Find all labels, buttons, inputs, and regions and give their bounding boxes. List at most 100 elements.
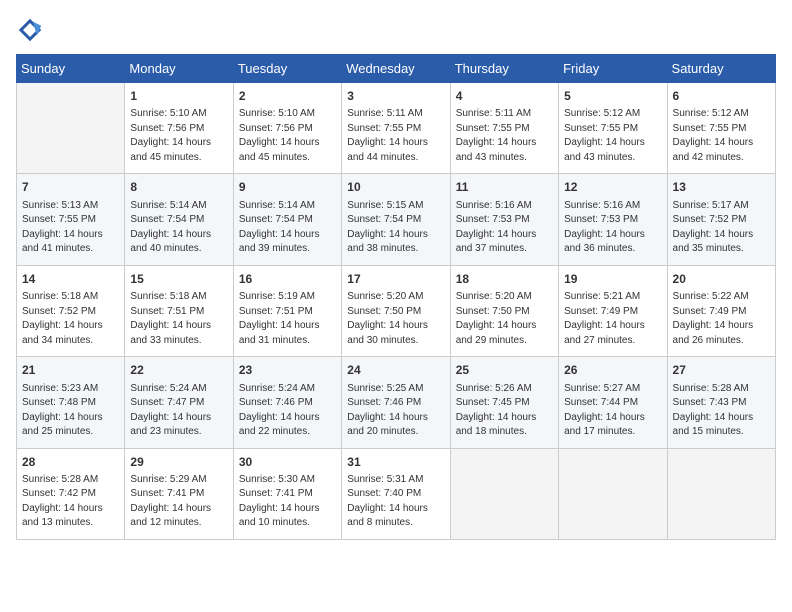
day-info: Sunrise: 5:11 AM Sunset: 7:55 PM Dayligh…: [347, 107, 444, 165]
day-info: Sunrise: 5:14 AM Sunset: 7:54 PM Dayligh…: [239, 199, 336, 257]
weekday-header-tuesday: Tuesday: [233, 55, 341, 83]
day-number: 19: [564, 271, 661, 288]
day-info: Sunrise: 5:22 AM Sunset: 7:49 PM Dayligh…: [673, 290, 770, 348]
day-info: Sunrise: 5:18 AM Sunset: 7:52 PM Dayligh…: [22, 290, 119, 348]
calendar-week-4: 21 Sunrise: 5:23 AM Sunset: 7:48 PM Dayli…: [17, 357, 776, 448]
calendar-day: 28Sunrise: 5:28 AM Sunset: 7:42 PM Dayli…: [17, 448, 125, 539]
day-number: 29: [130, 454, 227, 471]
day-number: 31: [347, 454, 444, 471]
day-number: 17: [347, 271, 444, 288]
calendar-day: 9 Sunrise: 5:14 AM Sunset: 7:54 PM Daylig…: [233, 174, 341, 265]
day-info: Sunrise: 5:20 AM Sunset: 7:50 PM Dayligh…: [347, 290, 444, 348]
calendar-day: 10 Sunrise: 5:15 AM Sunset: 7:54 PM Dayli…: [342, 174, 450, 265]
calendar-day: 6 Sunrise: 5:12 AM Sunset: 7:55 PM Daylig…: [667, 83, 775, 174]
day-number: 9: [239, 179, 336, 196]
calendar-day: 30Sunrise: 5:30 AM Sunset: 7:41 PM Dayli…: [233, 448, 341, 539]
calendar-day: [450, 448, 558, 539]
day-info: Sunrise: 5:16 AM Sunset: 7:53 PM Dayligh…: [456, 199, 553, 257]
calendar-day: 13 Sunrise: 5:17 AM Sunset: 7:52 PM Dayli…: [667, 174, 775, 265]
calendar-day: 16Sunrise: 5:19 AM Sunset: 7:51 PM Dayli…: [233, 265, 341, 356]
calendar-day: [17, 83, 125, 174]
calendar-table: SundayMondayTuesdayWednesdayThursdayFrid…: [16, 54, 776, 540]
day-info: Sunrise: 5:27 AM Sunset: 7:44 PM Dayligh…: [564, 382, 661, 440]
day-info: Sunrise: 5:19 AM Sunset: 7:51 PM Dayligh…: [239, 290, 336, 348]
weekday-header-thursday: Thursday: [450, 55, 558, 83]
day-number: 11: [456, 179, 553, 196]
calendar-day: [559, 448, 667, 539]
calendar-day: 12Sunrise: 5:16 AM Sunset: 7:53 PM Dayli…: [559, 174, 667, 265]
weekday-header-row: SundayMondayTuesdayWednesdayThursdayFrid…: [17, 55, 776, 83]
day-info: Sunrise: 5:10 AM Sunset: 7:56 PM Dayligh…: [130, 107, 227, 165]
day-info: Sunrise: 5:17 AM Sunset: 7:52 PM Dayligh…: [673, 199, 770, 257]
day-info: Sunrise: 5:13 AM Sunset: 7:55 PM Dayligh…: [22, 199, 119, 257]
day-number: 14: [22, 271, 119, 288]
calendar-day: 14 Sunrise: 5:18 AM Sunset: 7:52 PM Dayli…: [17, 265, 125, 356]
day-info: Sunrise: 5:25 AM Sunset: 7:46 PM Dayligh…: [347, 382, 444, 440]
calendar-day: 11 Sunrise: 5:16 AM Sunset: 7:53 PM Dayli…: [450, 174, 558, 265]
page-header: [16, 16, 776, 44]
calendar-day: 22Sunrise: 5:24 AM Sunset: 7:47 PM Dayli…: [125, 357, 233, 448]
logo: [16, 16, 48, 44]
calendar-day: 7 Sunrise: 5:13 AM Sunset: 7:55 PM Daylig…: [17, 174, 125, 265]
calendar-day: 1Sunrise: 5:10 AM Sunset: 7:56 PM Daylig…: [125, 83, 233, 174]
day-info: Sunrise: 5:20 AM Sunset: 7:50 PM Dayligh…: [456, 290, 553, 348]
logo-icon: [16, 16, 44, 44]
day-number: 13: [673, 179, 770, 196]
day-number: 21: [22, 362, 119, 379]
day-number: 5: [564, 88, 661, 105]
day-number: 2: [239, 88, 336, 105]
weekday-header-friday: Friday: [559, 55, 667, 83]
day-number: 28: [22, 454, 119, 471]
day-info: Sunrise: 5:15 AM Sunset: 7:54 PM Dayligh…: [347, 199, 444, 257]
day-info: Sunrise: 5:24 AM Sunset: 7:46 PM Dayligh…: [239, 382, 336, 440]
day-info: Sunrise: 5:11 AM Sunset: 7:55 PM Dayligh…: [456, 107, 553, 165]
day-number: 20: [673, 271, 770, 288]
day-info: Sunrise: 5:12 AM Sunset: 7:55 PM Dayligh…: [564, 107, 661, 165]
day-number: 7: [22, 179, 119, 196]
day-number: 4: [456, 88, 553, 105]
calendar-day: 18 Sunrise: 5:20 AM Sunset: 7:50 PM Dayli…: [450, 265, 558, 356]
calendar-week-5: 28Sunrise: 5:28 AM Sunset: 7:42 PM Dayli…: [17, 448, 776, 539]
day-number: 8: [130, 179, 227, 196]
day-info: Sunrise: 5:14 AM Sunset: 7:54 PM Dayligh…: [130, 199, 227, 257]
day-info: Sunrise: 5:26 AM Sunset: 7:45 PM Dayligh…: [456, 382, 553, 440]
day-info: Sunrise: 5:23 AM Sunset: 7:48 PM Dayligh…: [22, 382, 119, 440]
weekday-header-saturday: Saturday: [667, 55, 775, 83]
day-info: Sunrise: 5:16 AM Sunset: 7:53 PM Dayligh…: [564, 199, 661, 257]
day-info: Sunrise: 5:31 AM Sunset: 7:40 PM Dayligh…: [347, 473, 444, 531]
calendar-day: 8 Sunrise: 5:14 AM Sunset: 7:54 PM Daylig…: [125, 174, 233, 265]
day-number: 27: [673, 362, 770, 379]
day-number: 15: [130, 271, 227, 288]
day-number: 24: [347, 362, 444, 379]
calendar-day: 26Sunrise: 5:27 AM Sunset: 7:44 PM Dayli…: [559, 357, 667, 448]
day-number: 22: [130, 362, 227, 379]
weekday-header-monday: Monday: [125, 55, 233, 83]
day-number: 18: [456, 271, 553, 288]
calendar-day: [667, 448, 775, 539]
day-info: Sunrise: 5:29 AM Sunset: 7:41 PM Dayligh…: [130, 473, 227, 531]
day-info: Sunrise: 5:28 AM Sunset: 7:43 PM Dayligh…: [673, 382, 770, 440]
day-info: Sunrise: 5:18 AM Sunset: 7:51 PM Dayligh…: [130, 290, 227, 348]
weekday-header-sunday: Sunday: [17, 55, 125, 83]
calendar-day: 24 Sunrise: 5:25 AM Sunset: 7:46 PM Dayli…: [342, 357, 450, 448]
calendar-day: 29 Sunrise: 5:29 AM Sunset: 7:41 PM Dayli…: [125, 448, 233, 539]
calendar-day: 3 Sunrise: 5:11 AM Sunset: 7:55 PM Daylig…: [342, 83, 450, 174]
calendar-day: 19 Sunrise: 5:21 AM Sunset: 7:49 PM Dayli…: [559, 265, 667, 356]
calendar-day: 17 Sunrise: 5:20 AM Sunset: 7:50 PM Dayli…: [342, 265, 450, 356]
calendar-day: 21 Sunrise: 5:23 AM Sunset: 7:48 PM Dayli…: [17, 357, 125, 448]
calendar-week-1: 1Sunrise: 5:10 AM Sunset: 7:56 PM Daylig…: [17, 83, 776, 174]
day-number: 6: [673, 88, 770, 105]
calendar-week-3: 14 Sunrise: 5:18 AM Sunset: 7:52 PM Dayli…: [17, 265, 776, 356]
calendar-week-2: 7 Sunrise: 5:13 AM Sunset: 7:55 PM Daylig…: [17, 174, 776, 265]
day-number: 3: [347, 88, 444, 105]
day-number: 10: [347, 179, 444, 196]
day-info: Sunrise: 5:21 AM Sunset: 7:49 PM Dayligh…: [564, 290, 661, 348]
day-number: 25: [456, 362, 553, 379]
day-info: Sunrise: 5:10 AM Sunset: 7:56 PM Dayligh…: [239, 107, 336, 165]
calendar-day: 20 Sunrise: 5:22 AM Sunset: 7:49 PM Dayli…: [667, 265, 775, 356]
day-info: Sunrise: 5:30 AM Sunset: 7:41 PM Dayligh…: [239, 473, 336, 531]
calendar-day: 23Sunrise: 5:24 AM Sunset: 7:46 PM Dayli…: [233, 357, 341, 448]
calendar-day: 31 Sunrise: 5:31 AM Sunset: 7:40 PM Dayli…: [342, 448, 450, 539]
day-info: Sunrise: 5:12 AM Sunset: 7:55 PM Dayligh…: [673, 107, 770, 165]
calendar-day: 25 Sunrise: 5:26 AM Sunset: 7:45 PM Dayli…: [450, 357, 558, 448]
